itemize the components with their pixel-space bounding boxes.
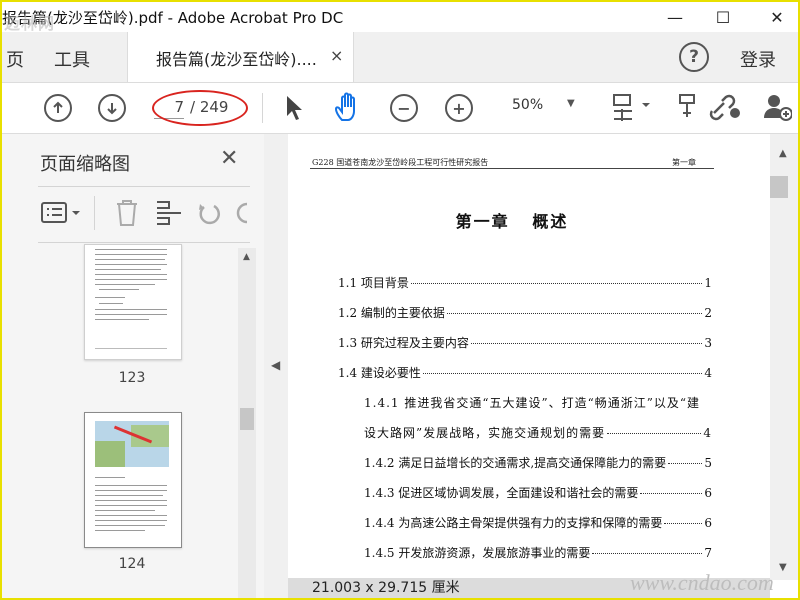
page-size-readout: 21.003 x 29.715 厘米 <box>312 580 460 596</box>
cursor-icon[interactable] <box>284 94 304 126</box>
chevron-down-icon[interactable]: ▼ <box>567 98 575 109</box>
options-icon[interactable] <box>40 200 84 230</box>
close-tab-icon[interactable]: × <box>330 46 343 65</box>
thumbnail-map-image <box>95 421 169 467</box>
toc-entry[interactable]: 1.4.3 促进区域协调发展，全面建设和谐社会的需要 6 <box>364 484 712 501</box>
chapter-title: 第一章 概述 <box>455 212 569 231</box>
red-annotation-ellipse <box>152 90 248 126</box>
divider <box>94 196 95 230</box>
arrow-up-icon[interactable] <box>44 94 72 122</box>
toc-entry[interactable]: 1.1 项目背景 1 <box>338 274 712 291</box>
tab-bar: 页 工具 报告篇(龙沙至岱岭).... × ? 登录 <box>2 32 798 83</box>
help-icon[interactable]: ? <box>679 42 709 72</box>
undo-icon[interactable] <box>196 200 222 230</box>
panel-title: 页面缩略图 <box>40 154 130 175</box>
title-bar: 报告篇(龙沙至岱岭).pdf - Adobe Acrobat Pro DC 迈林… <box>2 2 798 33</box>
toc-entry[interactable]: 1.4 建设必要性 4 <box>338 364 712 381</box>
page-header-left: G228 国道苍南龙沙至岱岭段工程可行性研究报告 <box>312 158 489 167</box>
toc-entry[interactable]: 1.4.5 开发旅游资源，发展旅游事业的需要 7 <box>364 544 712 561</box>
plus-circle-icon[interactable]: + <box>445 94 473 122</box>
toc-entry[interactable]: 1.2 编制的主要依据 2 <box>338 304 712 321</box>
login-button[interactable]: 登录 <box>740 46 776 72</box>
toc-entry[interactable]: 1.4.2 满足日益增长的交通需求,提高交通保障能力的需要 5 <box>364 454 712 471</box>
redo-icon[interactable] <box>234 200 248 230</box>
maximize-button[interactable]: ☐ <box>700 2 746 32</box>
document-view: G228 国道苍南龙沙至岱岭段工程可行性研究报告 第一章 第一章 概述 1.1 … <box>288 134 770 580</box>
page-header-right: 第一章 <box>672 158 696 167</box>
close-panel-icon[interactable]: ✕ <box>220 146 238 171</box>
tab-home[interactable]: 页 <box>6 46 24 72</box>
zoom-level[interactable]: 50% <box>512 97 543 113</box>
extract-icon[interactable] <box>154 198 184 232</box>
collapse-panel-handle[interactable]: ◀ <box>264 134 289 598</box>
site-watermark: www.cndao.com <box>630 570 774 595</box>
toolbar: 7 / 249 − + 50% ▼ <box>2 83 798 134</box>
stamp-icon[interactable] <box>678 93 698 125</box>
scroll-up-icon[interactable]: ▲ <box>779 148 787 159</box>
tab-document[interactable]: 报告篇(龙沙至岱岭).... × <box>127 32 354 82</box>
panel-scroll-thumb[interactable] <box>240 408 254 430</box>
watermark-logo: 迈林网 <box>4 14 56 33</box>
minus-circle-icon[interactable]: − <box>390 94 418 122</box>
document-scrollbar[interactable]: ▲ ▼ <box>770 134 798 580</box>
divider <box>38 186 250 187</box>
toc-entry[interactable]: 1.4.1 推进我省交通“五大建设”、打造“畅通浙江”以及“建 <box>364 394 712 411</box>
thumbnail-page-number: 123 <box>118 370 146 386</box>
toc-entry[interactable]: 设大路网”发展战略，实施交通规划的需要 4 <box>364 424 712 441</box>
chevron-left-icon[interactable]: ◀ <box>271 358 280 372</box>
arrow-down-icon[interactable] <box>98 94 126 122</box>
document-scroll-thumb[interactable] <box>770 176 788 198</box>
tab-tools[interactable]: 工具 <box>54 46 90 72</box>
minimize-button[interactable]: — <box>652 2 698 32</box>
fit-page-icon[interactable] <box>612 93 652 127</box>
toolbar-divider <box>262 93 263 123</box>
app-window: 报告篇(龙沙至岱岭).pdf - Adobe Acrobat Pro DC 迈林… <box>0 0 800 600</box>
toc-entry[interactable]: 1.4.4 为高速公路主骨架提供强有力的支撑和保障的需要 6 <box>364 514 712 531</box>
scroll-down-icon[interactable]: ▼ <box>779 562 787 573</box>
pdf-page: G228 国道苍南龙沙至岱岭段工程可行性研究报告 第一章 第一章 概述 1.1 … <box>288 134 770 580</box>
link-icon[interactable] <box>708 93 742 127</box>
close-window-button[interactable]: ✕ <box>754 2 798 32</box>
thumbnail-page-123[interactable] <box>84 244 182 360</box>
thumbnail-page-number: 124 <box>118 556 146 572</box>
toc-entry[interactable]: 1.3 研究过程及主要内容 3 <box>338 334 712 351</box>
thumbnail-page-124[interactable] <box>84 412 182 548</box>
trash-icon[interactable] <box>114 198 140 232</box>
add-user-icon[interactable] <box>762 92 793 126</box>
divider <box>38 242 250 243</box>
panel-scrollbar[interactable]: ▲ <box>238 248 256 598</box>
hand-icon[interactable] <box>334 92 364 128</box>
thumbnail-panel: 页面缩略图 ✕ 123 124 ▲ <box>2 134 265 598</box>
header-rule <box>310 168 714 169</box>
document-tab-label: 报告篇(龙沙至岱岭).... <box>156 50 317 69</box>
